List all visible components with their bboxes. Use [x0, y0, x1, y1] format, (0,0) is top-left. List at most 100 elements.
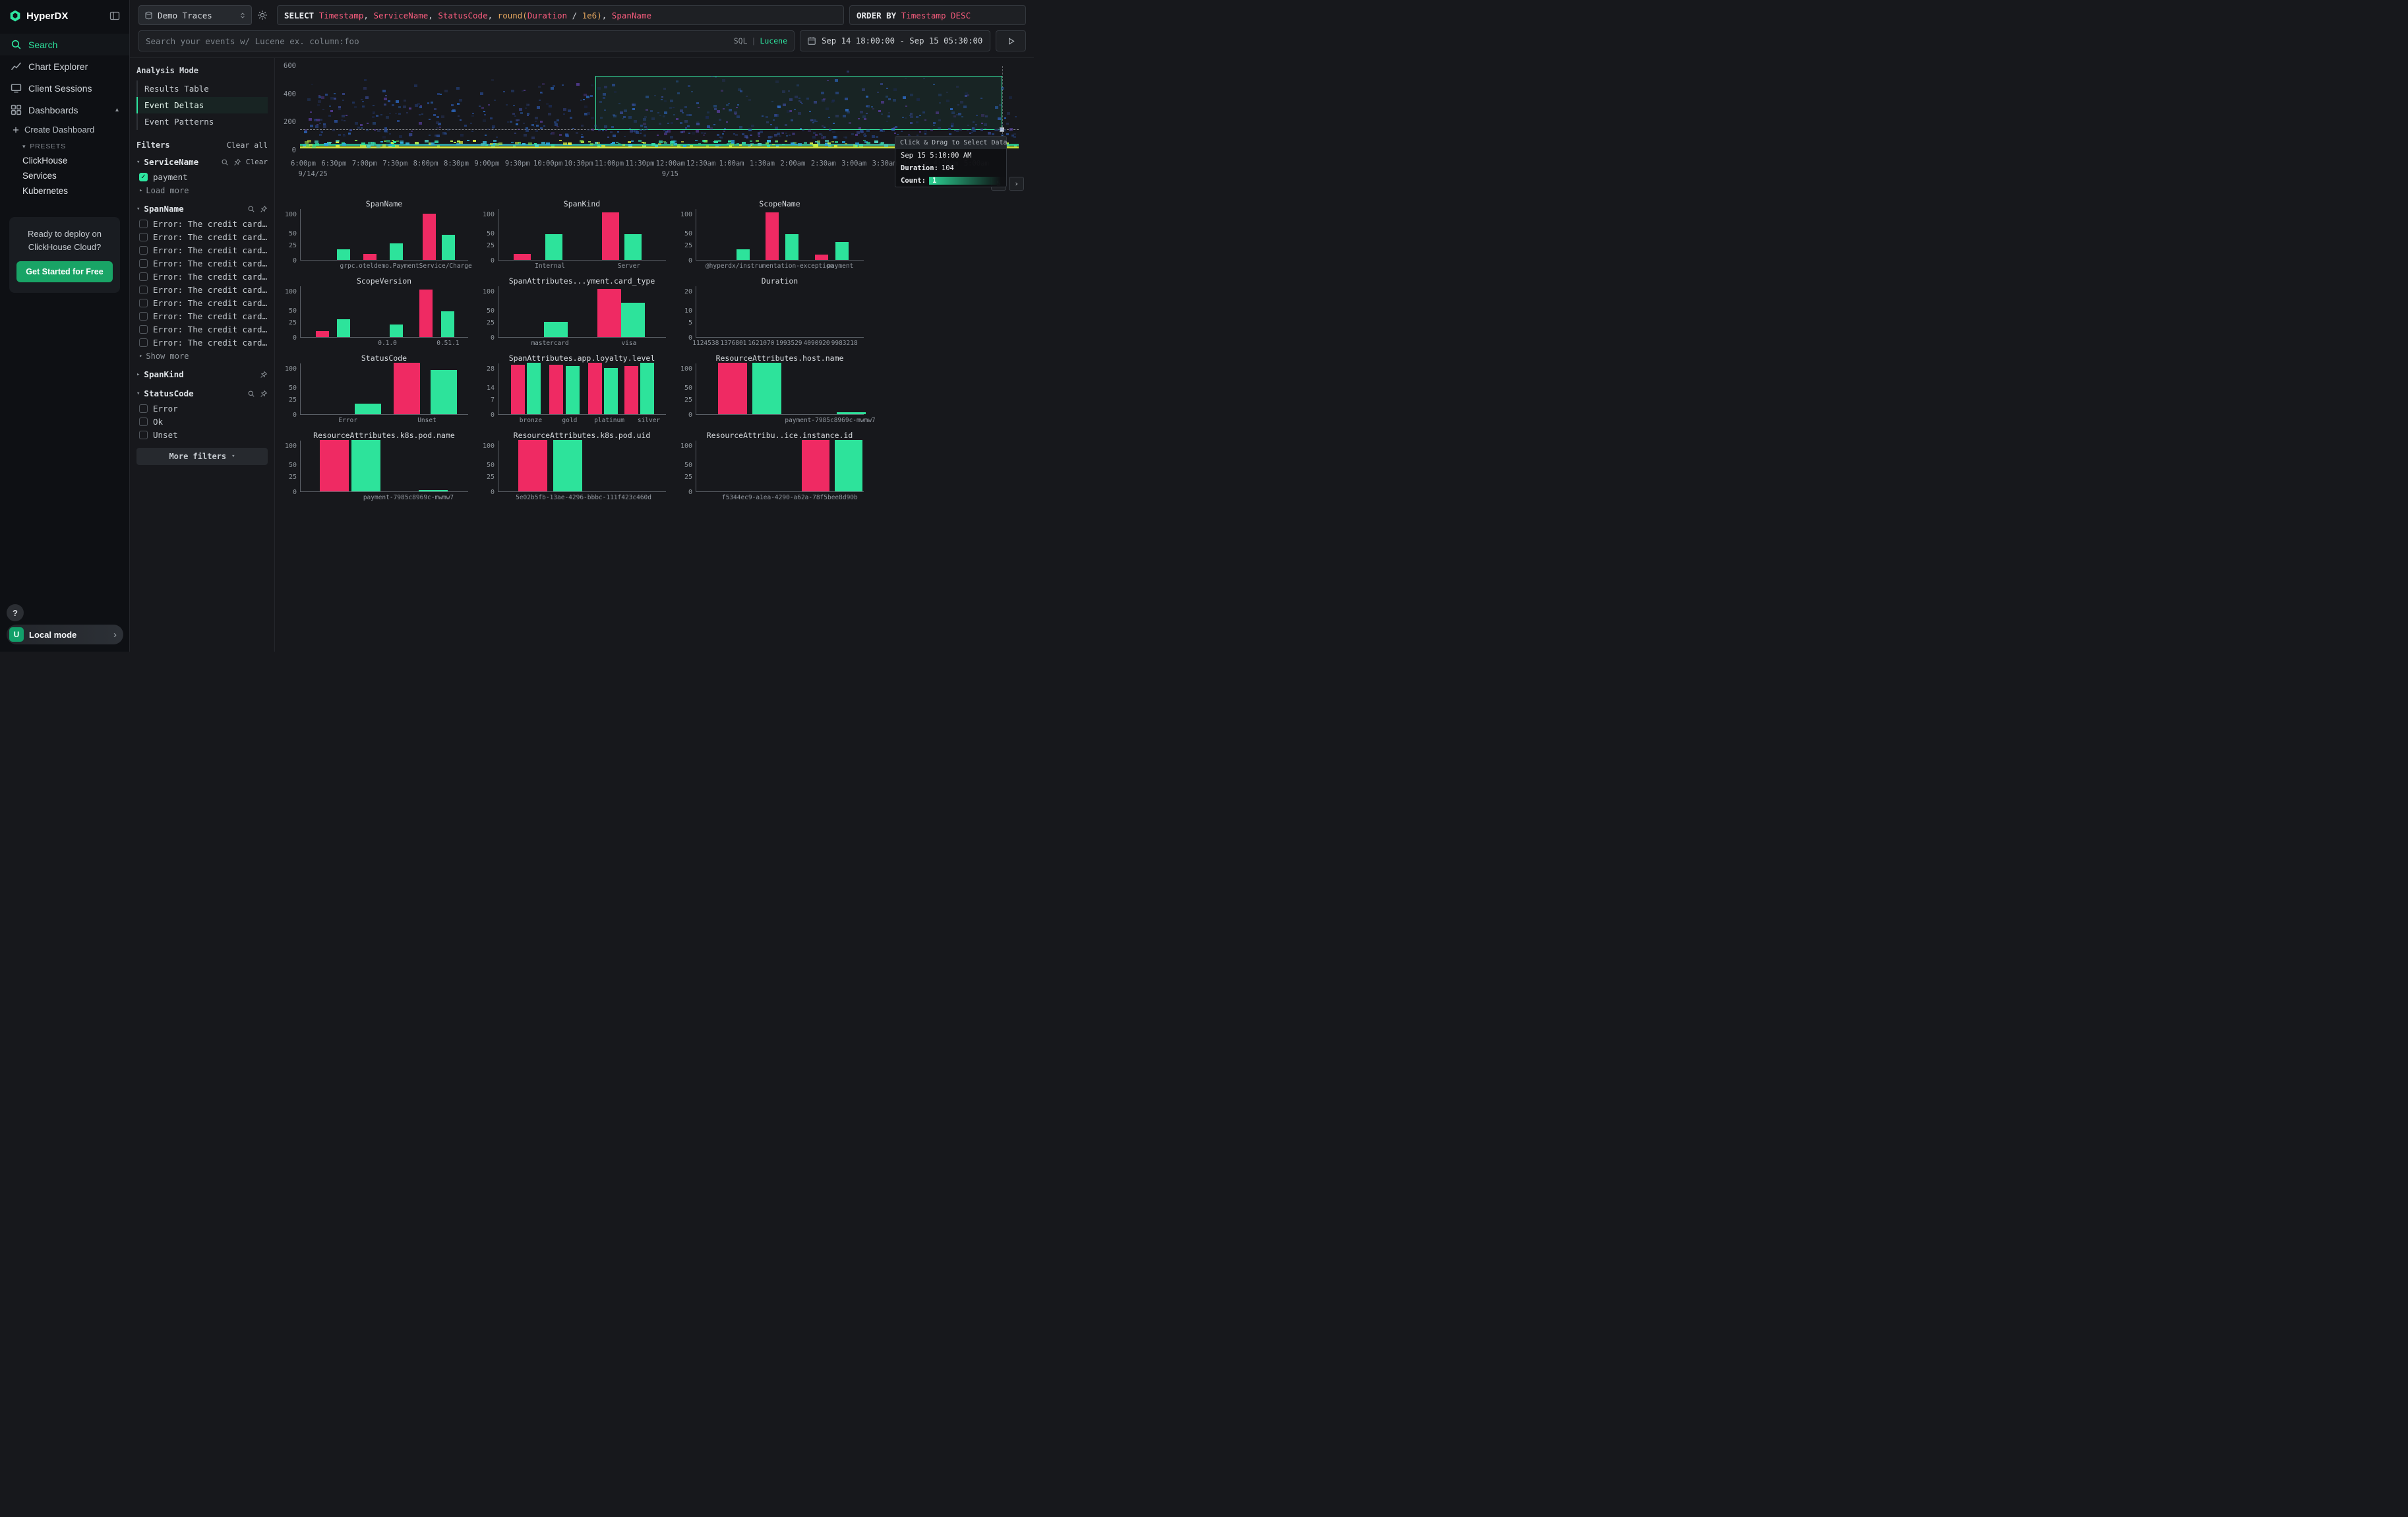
filter-checkbox-row[interactable]: Ok: [136, 415, 268, 428]
collapse-sidebar-icon[interactable]: [109, 11, 120, 21]
clear-filter-button[interactable]: Clear: [246, 158, 268, 166]
mini-chart-plot[interactable]: [498, 363, 666, 415]
bar-pink[interactable]: [597, 289, 621, 337]
filter-checkbox-row[interactable]: Error: The credit card (…: [136, 243, 268, 257]
filter-checkbox-row[interactable]: Error: The credit card (…: [136, 270, 268, 283]
filter-checkbox-row[interactable]: Error: The credit card (…: [136, 257, 268, 270]
bar-pink[interactable]: [766, 212, 779, 260]
bar-pink[interactable]: [549, 365, 563, 414]
search-icon[interactable]: [247, 205, 255, 213]
bar-pink[interactable]: [363, 254, 376, 260]
bar-pink[interactable]: [624, 366, 638, 414]
checkbox[interactable]: [139, 299, 148, 307]
sidebar-item-create-dashboard[interactable]: Create Dashboard: [0, 121, 129, 139]
sql-mode-toggle[interactable]: SQL: [734, 36, 748, 46]
filter-checkbox-row[interactable]: ✓payment: [136, 170, 268, 183]
bar-pink[interactable]: [588, 363, 602, 414]
date-range-picker[interactable]: Sep 14 18:00:00 - Sep 15 05:30:00: [800, 30, 990, 51]
mini-chart-plot[interactable]: [498, 441, 666, 492]
sidebar-item-client-sessions[interactable]: Client Sessions: [0, 77, 129, 99]
bar-green[interactable]: [785, 234, 798, 260]
bar-pink[interactable]: [423, 214, 436, 260]
checkbox[interactable]: [139, 259, 148, 268]
bar-green[interactable]: [837, 412, 866, 414]
bar-pink[interactable]: [511, 365, 525, 414]
checkbox[interactable]: [139, 220, 148, 228]
filter-checkbox-row[interactable]: Error: [136, 402, 268, 415]
filter-checkbox-row[interactable]: Error: The credit card (…: [136, 296, 268, 309]
filter-checkbox-row[interactable]: Error: The credit card (…: [136, 323, 268, 336]
mini-chart-plot[interactable]: [498, 209, 666, 261]
bar-green[interactable]: [441, 311, 454, 337]
bar-pink[interactable]: [802, 440, 829, 491]
bar-green[interactable]: [431, 370, 457, 414]
bar-green[interactable]: [527, 363, 541, 414]
bar-green[interactable]: [419, 490, 448, 491]
bar-green[interactable]: [351, 440, 380, 491]
mini-chart-plot[interactable]: [696, 209, 864, 261]
search-icon[interactable]: [247, 390, 255, 398]
filter-group-header[interactable]: ▸SpanKind: [136, 365, 268, 383]
checkbox[interactable]: [139, 431, 148, 439]
pin-icon[interactable]: [233, 158, 241, 166]
analysis-mode-option-event-deltas[interactable]: Event Deltas: [136, 97, 268, 113]
mini-chart-plot[interactable]: [300, 363, 468, 415]
filter-group-header[interactable]: ▾StatusCode: [136, 384, 268, 402]
run-query-button[interactable]: [996, 30, 1026, 51]
mini-chart-plot[interactable]: [300, 286, 468, 338]
sidebar-item-kubernetes[interactable]: Kubernetes: [0, 183, 129, 199]
bar-green[interactable]: [545, 234, 562, 260]
bar-green[interactable]: [390, 325, 403, 337]
bar-green[interactable]: [337, 249, 350, 260]
help-button[interactable]: ?: [7, 604, 24, 621]
bar-pink[interactable]: [602, 212, 619, 260]
analysis-mode-option-event-patterns[interactable]: Event Patterns: [136, 113, 268, 130]
checkbox[interactable]: [139, 325, 148, 334]
lucene-mode-toggle[interactable]: Lucene: [760, 36, 787, 46]
filter-checkbox-row[interactable]: Unset: [136, 428, 268, 441]
sidebar-item-dashboards[interactable]: Dashboards ▴: [0, 99, 129, 121]
checkbox[interactable]: [139, 312, 148, 321]
mini-chart-plot[interactable]: [696, 363, 864, 415]
mini-chart-plot[interactable]: [300, 209, 468, 261]
checkbox[interactable]: [139, 286, 148, 294]
bar-green[interactable]: [621, 303, 645, 337]
mini-chart-plot[interactable]: [696, 441, 864, 492]
bar-pink[interactable]: [316, 331, 329, 337]
get-started-button[interactable]: Get Started for Free: [16, 261, 112, 282]
bar-green[interactable]: [544, 322, 568, 337]
sidebar-item-search[interactable]: Search: [0, 34, 129, 55]
bar-green[interactable]: [737, 249, 750, 260]
pin-icon[interactable]: [260, 371, 268, 379]
pin-icon[interactable]: [260, 205, 268, 213]
sidebar-presets-toggle[interactable]: ▾ PRESETS: [0, 139, 129, 153]
bar-green[interactable]: [553, 440, 582, 491]
local-mode-button[interactable]: U Local mode ›: [7, 625, 123, 644]
next-page-button[interactable]: ›: [1009, 177, 1024, 191]
checkbox[interactable]: [139, 272, 148, 281]
mini-chart-plot[interactable]: [696, 286, 864, 338]
source-select[interactable]: Demo Traces: [138, 5, 252, 25]
bar-pink[interactable]: [320, 440, 349, 491]
bar-green[interactable]: [752, 363, 781, 414]
bar-pink[interactable]: [394, 363, 420, 414]
checkbox[interactable]: [139, 246, 148, 255]
bar-green[interactable]: [835, 242, 849, 260]
bar-green[interactable]: [355, 404, 381, 414]
more-filters-button[interactable]: More filters ▾: [136, 448, 268, 465]
order-by-editor[interactable]: ORDER BY Timestamp DESC: [849, 5, 1026, 25]
bar-green[interactable]: [604, 368, 618, 414]
filter-checkbox-row[interactable]: Error: The credit card (…: [136, 336, 268, 349]
bar-pink[interactable]: [815, 255, 828, 260]
bar-green[interactable]: [835, 440, 862, 491]
filter-checkbox-row[interactable]: Error: The credit card (…: [136, 283, 268, 296]
bar-green[interactable]: [640, 363, 654, 414]
gear-icon[interactable]: [257, 10, 272, 20]
search-icon[interactable]: [221, 158, 229, 166]
checkbox[interactable]: [139, 338, 148, 347]
bar-green[interactable]: [337, 319, 350, 337]
mini-chart-plot[interactable]: [498, 286, 666, 338]
sidebar-item-services[interactable]: Services: [0, 168, 129, 183]
bar-green[interactable]: [566, 366, 580, 414]
clear-all-button[interactable]: Clear all: [227, 140, 268, 150]
